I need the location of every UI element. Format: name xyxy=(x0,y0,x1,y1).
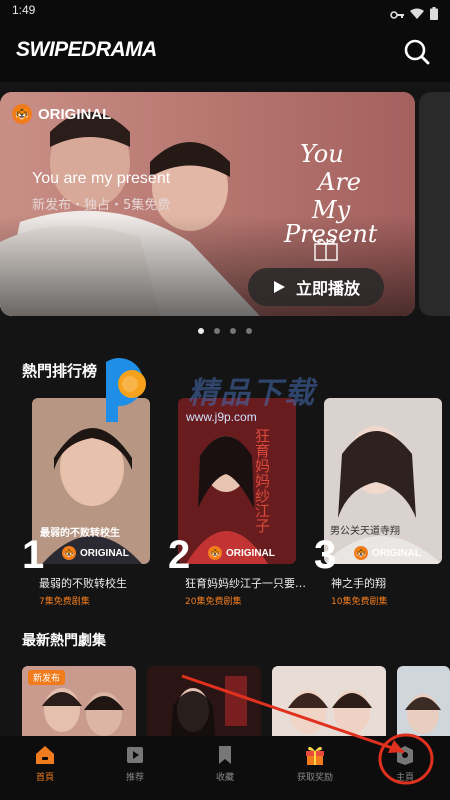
play-now-button[interactable]: 立即播放 xyxy=(248,268,384,306)
status-bar: 1:49 xyxy=(0,0,450,22)
original-logo-icon: 🐯 xyxy=(12,104,32,124)
watermark-text: 精品下载 xyxy=(188,376,316,411)
hero-badge-text: ORIGINAL xyxy=(38,105,112,123)
carousel-dot[interactable] xyxy=(246,328,252,334)
watermark-url: www.j9p.com xyxy=(186,410,257,424)
play-icon xyxy=(273,281,285,293)
hero-original-badge: 🐯 ORIGINAL xyxy=(12,104,111,124)
nav-profile[interactable]: 主頁 xyxy=(360,736,450,800)
free-episodes-label: 7集免费剧集 xyxy=(39,597,90,607)
home-icon xyxy=(36,746,54,764)
bookmark-icon xyxy=(219,746,231,764)
original-badge: 🐯 ORIGINAL xyxy=(62,546,129,560)
original-logo-icon: 🐯 xyxy=(208,546,222,560)
poster-text: 最弱的不败转校生 xyxy=(40,526,120,539)
poster-image xyxy=(272,666,386,736)
original-logo-icon: 🐯 xyxy=(62,546,76,560)
ranking-section-title: 熱門排行榜 xyxy=(22,362,98,380)
search-button[interactable] xyxy=(402,37,432,67)
hero-art-title-2: Are xyxy=(316,168,361,196)
latest-card-1[interactable]: 新发布 xyxy=(22,666,136,736)
nav-home[interactable]: 首頁 xyxy=(0,736,90,800)
original-badge: 🐯 ORIGINAL xyxy=(208,546,275,560)
ranking-title[interactable]: 神之手的翔 xyxy=(331,575,441,591)
poster-text: 男公关天道寺翔 xyxy=(330,524,400,537)
nav-profile-label: 主頁 xyxy=(395,773,414,783)
hero-art-title-1: You xyxy=(300,140,344,168)
latest-section-title: 最新熱門劇集 xyxy=(22,633,106,649)
bottom-navigation: 首頁 推荐 收藏 获取奖励 主頁 xyxy=(0,736,450,800)
watermark: 精品下载 www.j9p.com xyxy=(102,358,362,438)
original-badge-text: ORIGINAL xyxy=(226,547,275,559)
rank-number: 2 xyxy=(168,533,191,577)
status-time: 1:49 xyxy=(12,3,36,17)
original-badge: 🐯 ORIGINAL xyxy=(354,546,421,560)
original-logo-icon: 🐯 xyxy=(354,546,368,560)
free-episodes-label: 20集免费剧集 xyxy=(185,597,242,607)
nav-favorites[interactable]: 收藏 xyxy=(180,736,270,800)
rank-number: 1 xyxy=(22,533,45,577)
rank-number: 3 xyxy=(314,533,337,577)
original-badge-text: ORIGINAL xyxy=(372,547,421,559)
search-icon xyxy=(404,39,430,65)
poster-text: 狂育妈妈纱江子 xyxy=(253,428,271,533)
nav-recommend-label: 推荐 xyxy=(125,773,144,783)
watermark-logo xyxy=(106,358,146,422)
poster-image xyxy=(397,666,450,736)
carousel-dot[interactable] xyxy=(214,328,220,334)
nav-favorites-label: 收藏 xyxy=(215,773,234,783)
carousel-dot[interactable] xyxy=(230,328,236,334)
play-now-label: 立即播放 xyxy=(295,279,360,298)
nav-home-label: 首頁 xyxy=(35,773,54,783)
carousel-dot[interactable] xyxy=(198,328,204,334)
nav-rewards[interactable]: 获取奖励 xyxy=(270,736,360,800)
video-icon xyxy=(127,747,143,763)
poster-image xyxy=(147,666,261,736)
hero-title: You are my present xyxy=(32,170,171,187)
next-banner-peek[interactable] xyxy=(419,92,450,316)
gift-icon xyxy=(306,746,324,765)
app-logo: SWIPEDRAMA xyxy=(16,38,157,61)
hero-subtitle: 新发布・独占・5集免费 xyxy=(32,198,171,213)
latest-card-2[interactable] xyxy=(147,666,261,736)
latest-card-3[interactable] xyxy=(272,666,386,736)
ranking-title[interactable]: 最弱的不败转校生 xyxy=(39,575,163,591)
nav-rewards-label: 获取奖励 xyxy=(296,773,333,783)
new-release-badge: 新发布 xyxy=(28,670,66,685)
latest-card-4[interactable] xyxy=(397,666,450,736)
app-header: SWIPEDRAMA xyxy=(0,22,450,82)
ranking-title[interactable]: 狂育妈妈纱江子一只要… xyxy=(185,575,309,591)
original-badge-text: ORIGINAL xyxy=(80,547,129,559)
carousel-dots xyxy=(0,328,450,334)
nav-recommend[interactable]: 推荐 xyxy=(90,736,180,800)
free-episodes-label: 10集免费剧集 xyxy=(331,597,388,607)
profile-icon xyxy=(397,746,413,765)
